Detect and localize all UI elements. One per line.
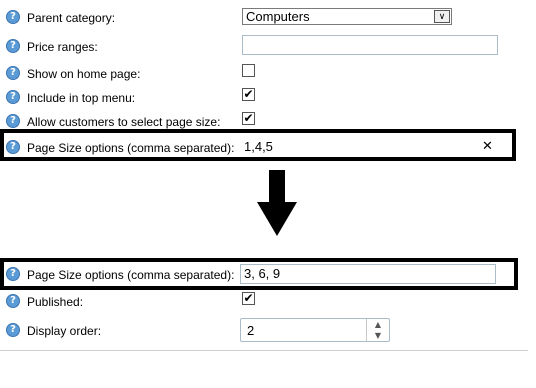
parent-category-value: Computers [246,9,310,24]
help-icon[interactable]: ? [6,323,20,337]
help-icon[interactable]: ? [6,140,20,154]
price-ranges-label: Price ranges: [27,40,98,54]
chevron-down-icon[interactable]: ∨ [434,10,450,23]
page-size-options-label: Page Size options (comma separated): [27,268,235,282]
help-icon[interactable]: ? [6,90,20,104]
show-on-home-page-label: Show on home page: [27,67,141,81]
help-icon[interactable]: ? [6,114,20,128]
include-in-top-menu-checkbox[interactable]: ✔ [242,88,255,101]
allow-page-size-label: Allow customers to select page size: [27,115,221,129]
price-ranges-input[interactable] [242,35,498,55]
help-icon[interactable]: ? [6,66,20,80]
down-arrow-icon [257,170,297,236]
published-checkbox[interactable]: ✔ [242,292,255,305]
close-icon[interactable]: ✕ [482,139,493,154]
show-on-home-page-checkbox[interactable] [242,64,255,77]
display-order-label: Display order: [27,324,102,338]
include-in-top-menu-label: Include in top menu: [27,91,136,105]
parent-category-select[interactable]: Computers ∨ [242,8,452,25]
display-order-stepper[interactable]: 2 ▲ ▼ [240,318,390,342]
chevron-up-icon[interactable]: ▲ [367,319,389,330]
page-size-options-input[interactable]: 1,4,5 [241,137,498,157]
chevron-down-icon[interactable]: ▼ [367,330,389,341]
help-icon[interactable]: ? [6,267,20,281]
page-size-options-input[interactable]: 3, 6, 9 [240,264,496,284]
parent-category-label: Parent category: [27,11,116,25]
page-size-options-label: Page Size options (comma separated): [27,141,235,155]
help-icon[interactable]: ? [6,10,20,24]
allow-page-size-checkbox[interactable]: ✔ [242,112,255,125]
help-icon[interactable]: ? [6,39,20,53]
display-order-value: 2 [247,323,255,338]
divider [0,350,528,351]
help-icon[interactable]: ? [6,294,20,308]
stepper-buttons: ▲ ▼ [366,319,389,341]
published-label: Published: [27,295,84,309]
